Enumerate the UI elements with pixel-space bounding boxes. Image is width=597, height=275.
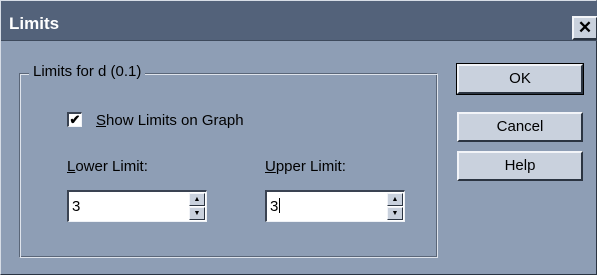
- help-button[interactable]: Help: [457, 151, 583, 181]
- lower-limit-label-text: ower Limit:: [75, 158, 148, 175]
- dialog-title: Limits: [9, 14, 60, 33]
- lower-limit-up-arrow-icon[interactable]: ▲: [189, 193, 205, 206]
- upper-limit-value: 3: [270, 198, 279, 215]
- ok-button[interactable]: OK: [456, 63, 584, 95]
- upper-limit-label-text: pper Limit:: [275, 158, 346, 175]
- upper-limit-up-arrow-icon[interactable]: ▲: [387, 193, 403, 206]
- upper-limit-down-arrow-icon[interactable]: ▼: [387, 207, 403, 220]
- show-limits-label[interactable]: Show Limits on Graph: [96, 112, 244, 129]
- text-caret: [279, 198, 281, 213]
- checkmark-icon: ✔: [69, 112, 81, 127]
- lower-limit-label: Lower Limit:: [67, 158, 148, 175]
- upper-limit-value-wrap[interactable]: 3: [270, 198, 281, 215]
- show-limits-label-text: how Limits on Graph: [106, 112, 244, 129]
- lower-limit-spinner[interactable]: 3 ▲ ▼: [67, 190, 207, 222]
- close-icon[interactable]: ✕: [572, 16, 597, 40]
- title-bar[interactable]: Limits ✕: [1, 1, 597, 41]
- cancel-button[interactable]: Cancel: [457, 112, 583, 142]
- lower-limit-value[interactable]: 3: [72, 198, 80, 215]
- lower-limit-down-arrow-icon[interactable]: ▼: [189, 207, 205, 220]
- groupbox-legend: Limits for d (0.1): [29, 63, 146, 80]
- upper-limit-label: Upper Limit:: [265, 158, 346, 175]
- show-limits-mnemonic: S: [96, 112, 107, 129]
- show-limits-checkbox[interactable]: ✔: [67, 112, 82, 127]
- limits-dialog: Limits ✕ Limits for d (0.1) ✔ Show Limit…: [0, 0, 597, 275]
- upper-limit-spinner[interactable]: 3 ▲ ▼: [265, 190, 405, 222]
- upper-limit-mnemonic: U: [265, 158, 276, 175]
